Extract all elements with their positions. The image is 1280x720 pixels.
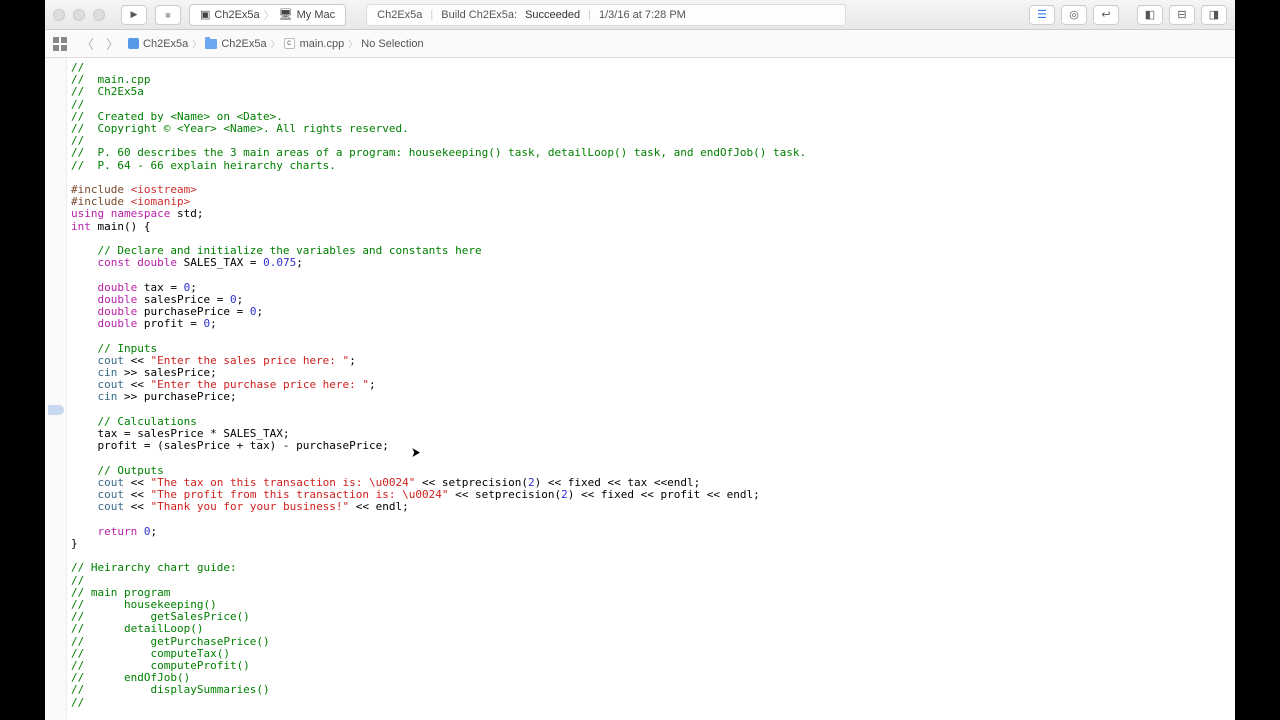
cpp-file-icon xyxy=(284,38,295,49)
target-icon: ▣ xyxy=(200,8,210,21)
close-icon[interactable] xyxy=(53,9,65,21)
editor-layout-controls: ☰ ◎ ↩ ◧ ⊟ ◨ xyxy=(1029,5,1227,25)
nav-forward-button[interactable]: 〉 xyxy=(102,34,123,53)
scheme-selector[interactable]: ▣ Ch2Ex5a 〉 🖥 My Mac xyxy=(189,4,346,26)
editor-area: // // main.cpp // Ch2Ex5a // // Created … xyxy=(45,58,1235,720)
mouse-cursor-icon: ➤ xyxy=(411,444,420,461)
gutter[interactable] xyxy=(45,58,67,720)
device-icon: 🖥 xyxy=(279,8,293,21)
related-items-icon[interactable] xyxy=(53,37,67,51)
xcode-window: ▣ Ch2Ex5a 〉 🖥 My Mac Ch2Ex5a | Build Ch2… xyxy=(45,0,1235,720)
scheme-target: Ch2Ex5a xyxy=(214,9,259,21)
status-timestamp: 1/3/16 at 7:28 PM xyxy=(599,9,686,21)
nav-back-button[interactable]: 〈 xyxy=(77,34,98,53)
jump-bar: 〈 〉 Ch2Ex5a 〉 Ch2Ex5a 〉 main.cpp 〉 No Se… xyxy=(45,30,1235,58)
toggle-utilities-button[interactable]: ◨ xyxy=(1201,5,1227,25)
assistant-editor-button[interactable]: ◎ xyxy=(1061,5,1087,25)
breadcrumb-folder[interactable]: Ch2Ex5a 〉 xyxy=(205,37,279,50)
folder-icon xyxy=(205,39,217,49)
activity-status: Ch2Ex5a | Build Ch2Ex5a: Succeeded | 1/3… xyxy=(366,4,846,26)
scheme-device: My Mac xyxy=(297,9,336,21)
window-controls xyxy=(53,9,105,21)
breadcrumb-project[interactable]: Ch2Ex5a 〉 xyxy=(127,37,201,50)
minimize-icon[interactable] xyxy=(73,9,85,21)
toggle-debug-button[interactable]: ⊟ xyxy=(1169,5,1195,25)
source-editor[interactable]: // // main.cpp // Ch2Ex5a // // Created … xyxy=(67,58,1235,720)
version-editor-button[interactable]: ↩ xyxy=(1093,5,1119,25)
fullscreen-icon[interactable] xyxy=(93,9,105,21)
breadcrumb-selection[interactable]: No Selection xyxy=(361,38,423,50)
toolbar: ▣ Ch2Ex5a 〉 🖥 My Mac Ch2Ex5a | Build Ch2… xyxy=(45,0,1235,30)
gutter-marker-icon[interactable] xyxy=(48,405,64,415)
standard-editor-button[interactable]: ☰ xyxy=(1029,5,1055,25)
status-result: Succeeded xyxy=(525,9,580,21)
run-button[interactable] xyxy=(121,5,147,25)
breadcrumb-file[interactable]: main.cpp 〉 xyxy=(284,37,358,50)
stop-button[interactable] xyxy=(155,5,181,25)
status-action: Build Ch2Ex5a: xyxy=(441,9,517,21)
toggle-navigator-button[interactable]: ◧ xyxy=(1137,5,1163,25)
project-icon xyxy=(128,38,139,49)
status-project: Ch2Ex5a xyxy=(377,9,422,21)
